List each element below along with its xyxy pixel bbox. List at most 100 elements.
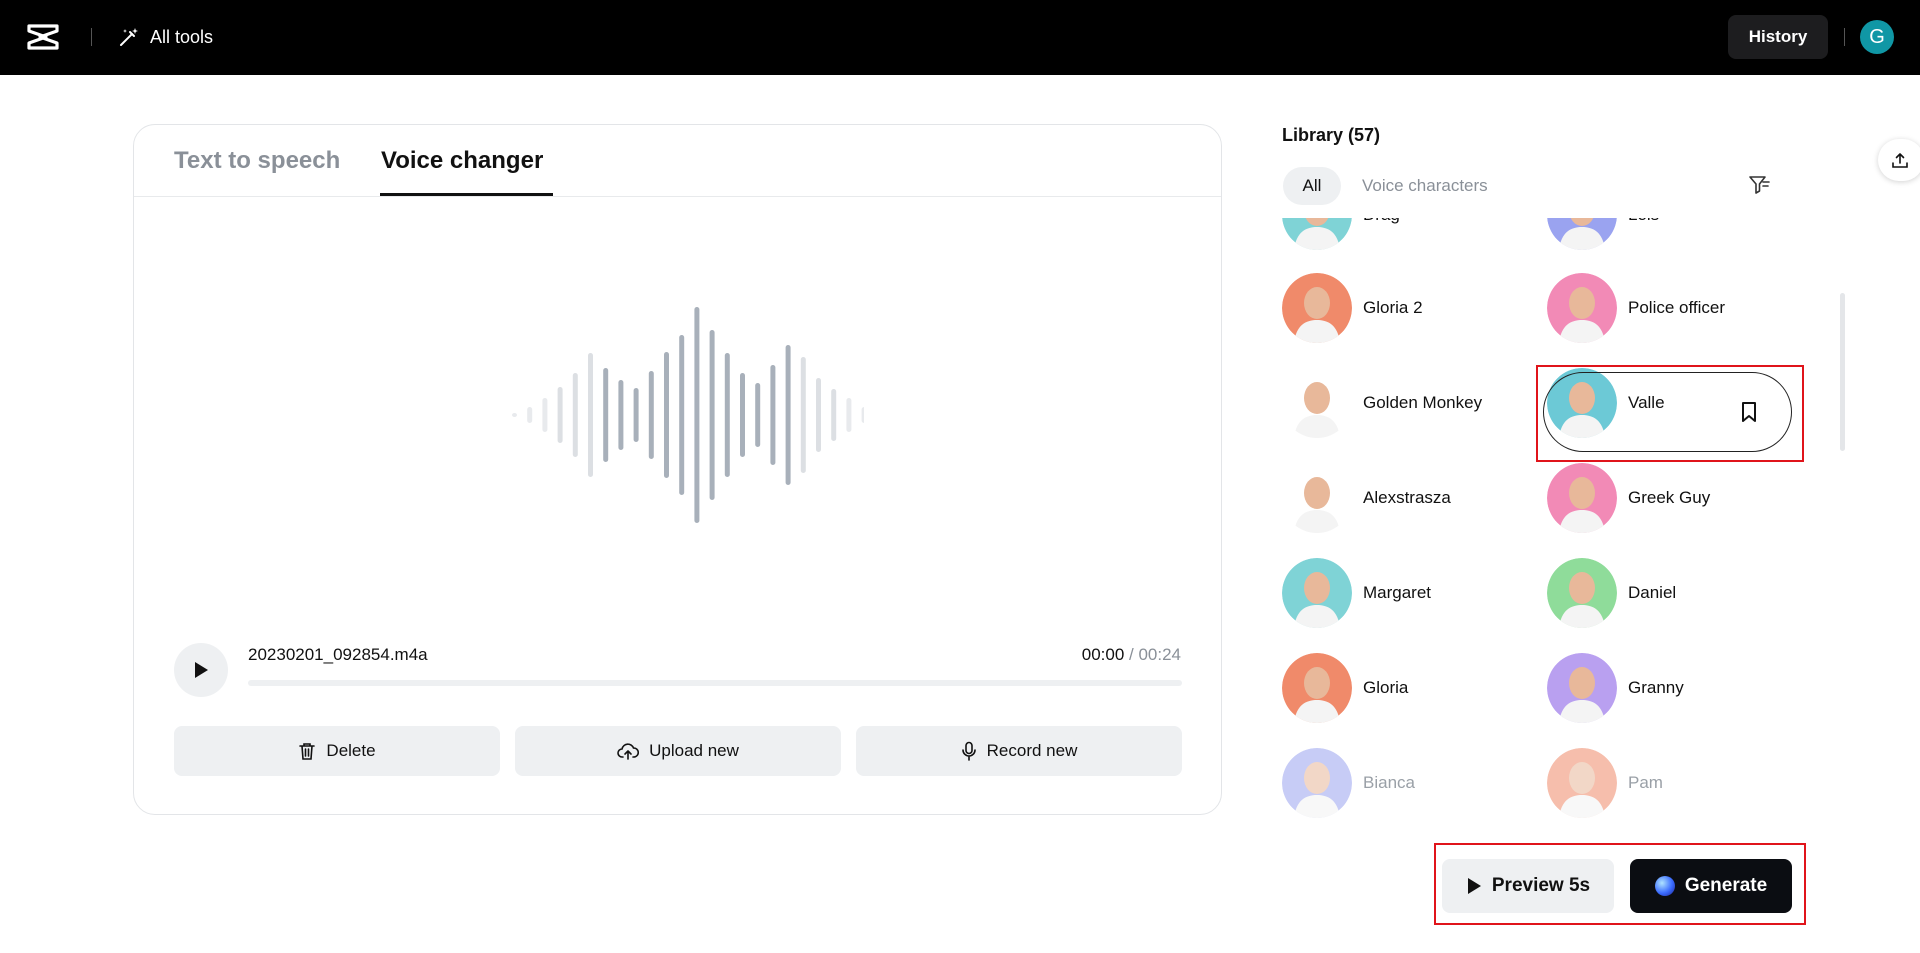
delete-button[interactable]: Delete: [174, 726, 500, 776]
waveform-bar: [709, 330, 715, 500]
waveform-bar: [557, 387, 563, 443]
waveform-bar: [618, 380, 624, 450]
voice-name: Greek Guy: [1628, 488, 1711, 507]
highlight-box-actions: [1434, 843, 1806, 925]
waveform-bar: [694, 307, 700, 523]
voice-item[interactable]: Drag: [1282, 218, 1532, 250]
voice-name: Alexstrasza: [1363, 488, 1451, 507]
top-bar: All tools History G: [0, 0, 1920, 75]
voice-item[interactable]: Golden Monkey: [1282, 368, 1532, 438]
voice-avatar: [1547, 463, 1617, 533]
voice-name: Bianca: [1363, 773, 1415, 792]
voice-name: Granny: [1628, 678, 1684, 697]
voice-name: Drag: [1363, 218, 1400, 225]
voice-item[interactable]: Granny: [1547, 653, 1797, 723]
waveform-bar: [664, 352, 669, 478]
voice-name: Lois: [1628, 218, 1659, 225]
time-separator: /: [1124, 645, 1139, 664]
playback-progress-bar[interactable]: [248, 680, 1182, 686]
user-avatar[interactable]: G: [1860, 20, 1894, 54]
voice-item[interactable]: Greek Guy: [1547, 463, 1797, 533]
voice-avatar: [1282, 653, 1352, 723]
magic-wand-icon: [120, 28, 138, 46]
side-upload-button[interactable]: [1878, 139, 1920, 181]
voice-name: Margaret: [1363, 583, 1432, 602]
voice-item[interactable]: Margaret: [1282, 558, 1532, 628]
voice-avatar: [1282, 748, 1352, 818]
filter-icon[interactable]: [1748, 174, 1772, 196]
voice-avatar: [1282, 558, 1352, 628]
all-tools-label: All tools: [150, 26, 214, 47]
voice-library-list: Drag Lois Gloria 2 Police officer Golden Mon…: [1282, 218, 1822, 818]
upload-new-label: Upload new: [649, 741, 739, 760]
tab-text-to-speech[interactable]: Text to speech: [174, 147, 340, 175]
record-new-label: Record new: [986, 741, 1078, 760]
voice-avatar: [1282, 368, 1352, 438]
voice-item[interactable]: Lois: [1547, 218, 1797, 250]
capcut-logo[interactable]: [26, 22, 60, 52]
current-time: 00:00: [1081, 645, 1125, 664]
tab-bar: Text to speech Voice changer: [134, 125, 1221, 197]
play-icon: [195, 662, 208, 678]
audio-waveform: [512, 307, 864, 523]
voice-item[interactable]: Gloria 2: [1282, 273, 1532, 343]
filter-chip-all[interactable]: All: [1283, 167, 1341, 205]
waveform-bar: [785, 345, 791, 485]
waveform-bar: [679, 335, 685, 495]
voice-changer-card: Text to speech Voice changer 20230201_09…: [133, 124, 1222, 815]
voice-avatar: [1282, 218, 1352, 250]
voice-avatar: [1282, 463, 1352, 533]
voice-item[interactable]: Police officer: [1547, 273, 1797, 343]
active-tab-indicator: [380, 193, 553, 196]
playback-time: 00:00 / 00:24: [1082, 645, 1181, 665]
tab-voice-changer[interactable]: Voice changer: [381, 147, 543, 175]
waveform-bar: [770, 365, 776, 465]
waveform-bar: [800, 357, 806, 473]
divider: [1844, 28, 1845, 46]
filter-chip-voice-characters[interactable]: Voice characters: [1362, 176, 1488, 196]
voice-name: Daniel: [1628, 583, 1677, 602]
voice-item[interactable]: Gloria: [1282, 653, 1532, 723]
all-tools-button[interactable]: All tools: [118, 24, 213, 50]
microphone-icon: [961, 741, 976, 761]
record-new-button[interactable]: Record new: [856, 726, 1182, 776]
voice-item[interactable]: Daniel: [1547, 558, 1797, 628]
voice-avatar: [1547, 273, 1617, 343]
voice-name: Pam: [1628, 773, 1663, 792]
waveform-bar: [831, 389, 837, 441]
waveform-bar: [512, 413, 517, 417]
waveform-bar: [588, 353, 593, 477]
delete-label: Delete: [326, 741, 376, 760]
highlight-box-selected-voice: [1536, 365, 1804, 462]
library-scrollbar[interactable]: [1840, 293, 1845, 451]
waveform-bar: [724, 353, 730, 477]
history-button[interactable]: History: [1728, 15, 1828, 59]
trash-icon: [299, 743, 316, 760]
voice-avatar: [1282, 273, 1352, 343]
waveform-bar: [846, 398, 852, 432]
waveform-bar: [740, 373, 745, 457]
voice-avatar: [1547, 558, 1617, 628]
image-upload-icon: [1892, 153, 1908, 168]
voice-item[interactable]: Alexstrasza: [1282, 463, 1532, 533]
play-button[interactable]: [174, 643, 228, 697]
waveform-bar: [648, 371, 654, 459]
divider: [91, 28, 92, 46]
voice-name: Golden Monkey: [1363, 393, 1483, 412]
voice-name: Police officer: [1628, 298, 1726, 317]
waveform-bar: [861, 407, 864, 423]
waveform-bar: [542, 398, 548, 432]
voice-item[interactable]: Bianca: [1282, 748, 1532, 818]
voice-avatar: [1547, 748, 1617, 818]
total-time: 00:24: [1138, 645, 1181, 664]
waveform-bar: [816, 378, 821, 452]
library-title: Library (57): [1282, 125, 1381, 145]
voice-name: Gloria 2: [1363, 298, 1423, 317]
waveform-bar: [572, 373, 578, 457]
upload-new-button[interactable]: Upload new: [515, 726, 841, 776]
voice-item[interactable]: Pam: [1547, 748, 1797, 818]
waveform-bar: [633, 388, 639, 442]
waveform-bar: [603, 368, 609, 462]
waveform-bar: [527, 407, 533, 423]
voice-name: Gloria: [1363, 678, 1409, 697]
